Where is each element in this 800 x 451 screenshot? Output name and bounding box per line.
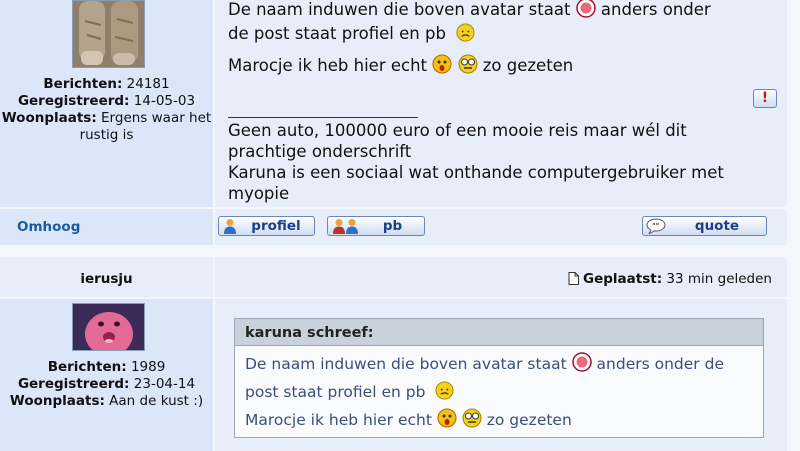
quote-line3a: Marocje ik heb hier echt <box>245 411 432 429</box>
shocked-smiley-icon <box>437 408 457 436</box>
top-link[interactable]: Omhoog <box>17 219 80 235</box>
shocked-smiley-icon <box>432 54 452 79</box>
post-document-icon <box>568 272 579 289</box>
post1-line3b: zo gezeten <box>482 56 574 75</box>
posts-label: Berichten: <box>43 76 123 92</box>
quote-icon: "" <box>646 218 668 236</box>
posted-value: 33 min geleden <box>666 271 772 287</box>
post2-author-name[interactable]: ierusju <box>0 271 213 287</box>
post1-line2: de post staat profiel en pb <box>228 24 446 43</box>
quote-line1b: anders onder de <box>596 355 724 373</box>
registered-label: Geregistreerd: <box>17 93 130 109</box>
quote-body: De naam induwen die boven avatar staat a… <box>234 346 764 438</box>
report-icon[interactable]: ! <box>753 89 777 108</box>
pm-label: pb <box>382 218 403 234</box>
quote-label: quote <box>694 218 740 234</box>
post1-avatar <box>72 0 145 68</box>
post1-line3a: Marocje ik heb hier echt <box>228 56 427 75</box>
quote-button[interactable]: "" quote <box>642 216 767 236</box>
post1-line1b: anders onder <box>600 0 711 19</box>
glasses-smiley-icon <box>462 408 482 436</box>
post2-avatar <box>72 303 145 356</box>
location-label: Woonplaats: <box>9 393 105 409</box>
post1-line1a: De naam induwen die boven avatar staat <box>228 0 571 19</box>
registered-value: 14-05-03 <box>133 93 196 109</box>
svg-text:"": "" <box>652 222 659 230</box>
signature-line4: myopie <box>228 184 290 203</box>
post2-author-stats: Berichten: 1989 Geregistreerd: 23-04-14 … <box>0 359 213 410</box>
quote-line1a: De naam induwen die boven avatar staat <box>245 355 567 373</box>
post-separator <box>0 246 800 256</box>
post1-author-stats: Berichten: 24181 Geregistreerd: 14-05-03… <box>0 76 213 144</box>
post1-signature: Geen auto, 100000 euro of een mooie reis… <box>228 120 773 204</box>
registered-value: 23-04-14 <box>133 376 196 392</box>
signature-line3: Karuna is een sociaal wat onthande compu… <box>228 163 724 182</box>
profile-label: profiel <box>251 218 301 234</box>
pm-icon <box>331 218 361 234</box>
posts-value: 24181 <box>126 76 170 92</box>
glasses-smiley-icon <box>458 54 478 79</box>
quote-header: karuna schreef: <box>234 318 764 346</box>
profile-icon <box>222 218 238 234</box>
quote-line2: post staat profiel en pb <box>245 383 426 401</box>
location-label: Woonplaats: <box>1 110 97 126</box>
sad-smiley-icon <box>456 23 475 47</box>
posts-value: 1989 <box>130 359 166 375</box>
location-value: Ergens waar het rustig is <box>79 110 212 143</box>
posted-label: Geplaatst: <box>583 271 663 287</box>
profile-button[interactable]: profiel <box>218 216 315 236</box>
signature-divider <box>228 117 418 118</box>
registered-label: Geregistreerd: <box>17 376 130 392</box>
wink-smiley-icon <box>571 352 592 380</box>
sad-smiley-icon <box>435 381 454 408</box>
location-value: Aan de kust :) <box>109 393 204 409</box>
signature-line2: prachtige onderschrift <box>228 142 412 161</box>
quote-line3b: zo gezeten <box>486 411 572 429</box>
pm-button[interactable]: pb <box>327 216 425 236</box>
posts-label: Berichten: <box>47 359 127 375</box>
wink-smiley-icon <box>575 0 596 23</box>
signature-line1: Geen auto, 100000 euro of een mooie reis… <box>228 121 687 140</box>
post1-body: De naam induwen die boven avatar staat a… <box>228 0 773 79</box>
post2-posted-info: Geplaatst: 33 min geleden <box>568 271 772 289</box>
